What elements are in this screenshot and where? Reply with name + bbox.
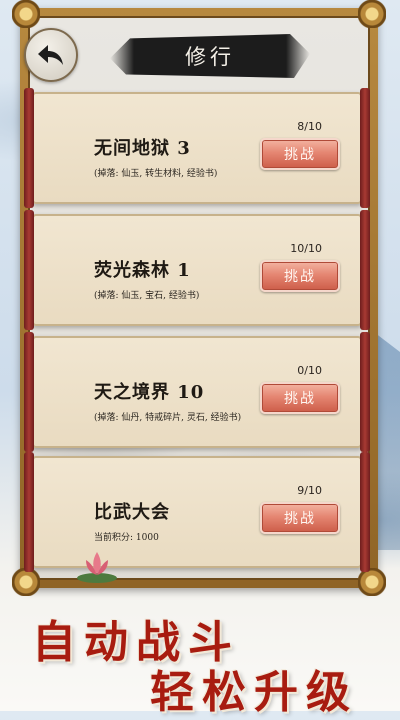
title-banner: 修行 xyxy=(110,34,310,78)
level-name: 荧光森林 1 xyxy=(94,260,191,281)
level-card: 8/10 无间地狱 3 (掉落: 仙玉, 转生材料, 经验书) 挑战 xyxy=(24,88,370,208)
page-title: 修行 xyxy=(185,45,235,69)
level-progress: 9/10 xyxy=(297,484,322,497)
level-drops: (掉落: 仙丹, 特戒碎片, 灵石, 经验书) xyxy=(94,413,242,423)
slogan-line-2: 轻松升级 xyxy=(150,667,358,718)
challenge-button[interactable]: 挑战 xyxy=(260,502,340,534)
challenge-button[interactable]: 挑战 xyxy=(260,138,340,170)
level-progress: 10/10 xyxy=(290,242,322,255)
frame-corner-ornament xyxy=(12,0,40,28)
frame-corner-ornament xyxy=(12,568,40,596)
level-drops: (掉落: 仙玉, 转生材料, 经验书) xyxy=(94,169,218,179)
challenge-button[interactable]: 挑战 xyxy=(260,382,340,414)
level-name: 比武大会 xyxy=(94,502,170,523)
level-score: 当前积分: 1000 xyxy=(94,533,159,543)
level-name: 无间地狱 3 xyxy=(94,138,191,159)
level-progress: 0/10 xyxy=(297,364,322,377)
level-drops: (掉落: 仙玉, 宝石, 经验书) xyxy=(94,291,200,301)
lotus-icon xyxy=(77,552,117,583)
frame-corner-ornament xyxy=(358,0,386,28)
level-name: 天之境界 10 xyxy=(94,382,205,403)
back-button[interactable] xyxy=(24,28,78,82)
challenge-button[interactable]: 挑战 xyxy=(260,260,340,292)
level-card: 0/10 天之境界 10 (掉落: 仙丹, 特戒碎片, 灵石, 经验书) 挑战 xyxy=(24,332,370,452)
frame-corner-ornament xyxy=(358,568,386,596)
level-card: 10/10 荧光森林 1 (掉落: 仙玉, 宝石, 经验书) 挑战 xyxy=(24,210,370,330)
level-progress: 8/10 xyxy=(297,120,322,133)
back-arrow-icon xyxy=(38,45,63,65)
